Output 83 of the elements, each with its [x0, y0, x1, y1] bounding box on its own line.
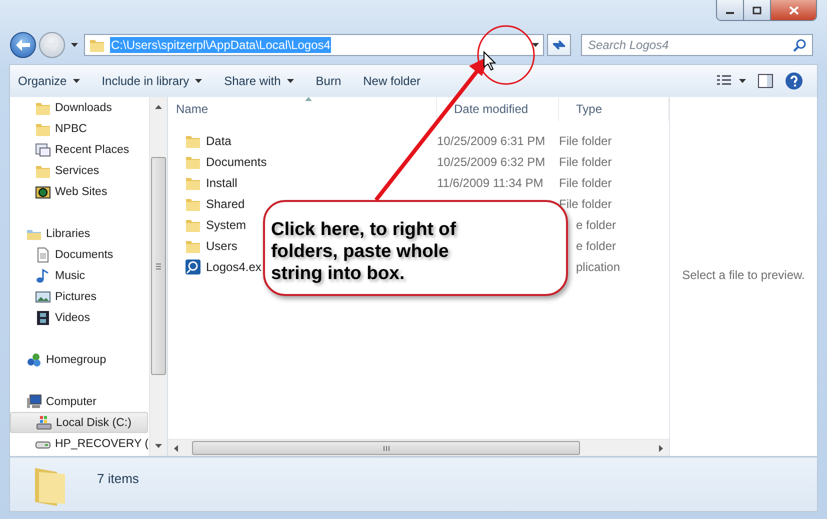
search-icon: [793, 39, 806, 52]
file-name[interactable]: System: [185, 216, 246, 232]
scroll-up-icon[interactable]: [155, 105, 162, 109]
close-button[interactable]: [771, 0, 816, 20]
toolbar-button[interactable]: Include in library: [94, 69, 210, 93]
recent-places-icon: [35, 142, 51, 158]
minimize-button[interactable]: [717, 0, 744, 20]
caret-icon[interactable]: [195, 79, 202, 83]
caret-icon[interactable]: [286, 79, 294, 83]
toolbar-button[interactable]: Share with: [216, 69, 302, 93]
scroll-thumb[interactable]: [151, 157, 166, 375]
date-modified: 10/25/2009 6:32 PM: [437, 154, 546, 168]
file-type: e folder: [575, 238, 618, 252]
sidebar-item[interactable]: Pictures: [10, 286, 148, 307]
grip-icon: [156, 262, 161, 270]
caret-icon[interactable]: [739, 79, 746, 83]
sidebar-item[interactable]: Downloads: [10, 97, 148, 118]
file-name[interactable]: Data: [185, 132, 232, 148]
sidebar-item[interactable]: Homegroup: [10, 349, 148, 370]
file-name[interactable]: Users: [185, 238, 238, 254]
folder-icon: [89, 37, 105, 53]
film-icon: [35, 310, 51, 326]
file-type: File folder: [559, 134, 613, 148]
sidebar-item[interactable]: NPBC: [10, 118, 148, 139]
document-icon: [35, 246, 51, 262]
file-type: File folder: [559, 154, 613, 168]
item-count: 7 items: [97, 471, 139, 486]
maximize-icon: [752, 6, 762, 14]
file-name[interactable]: Logos4.ex: [185, 258, 262, 274]
music-note-icon: [35, 268, 51, 284]
history-caret-icon[interactable]: [71, 43, 78, 47]
toolbar-button[interactable]: Burn: [308, 69, 350, 93]
picture-icon: [35, 288, 51, 304]
column-header[interactable]: Type: [559, 97, 669, 121]
list-view-icon: [717, 75, 731, 87]
scroll-thumb[interactable]: [192, 441, 580, 455]
scroll-right-icon[interactable]: [659, 444, 663, 452]
minimize-icon: [726, 12, 734, 14]
caret-icon[interactable]: [72, 79, 80, 83]
sidebar-item[interactable]: Videos: [10, 307, 148, 328]
toolbar-button[interactable]: New folder: [355, 69, 428, 93]
sidebar-item[interactable]: Music: [10, 265, 148, 286]
sidebar-item[interactable]: Libraries: [10, 223, 148, 244]
sidebar-item[interactable]: Web Sites: [10, 181, 148, 202]
dropdown-caret-icon[interactable]: [532, 43, 539, 47]
column-header[interactable]: Date modified: [437, 97, 559, 121]
sidebar-item[interactable]: Computer: [10, 391, 148, 412]
maximize-button[interactable]: [744, 0, 771, 20]
pane-icon: [758, 74, 773, 88]
toolbar-button[interactable]: Organize: [10, 69, 88, 93]
close-icon: [788, 6, 798, 14]
file-type: plication: [575, 260, 622, 274]
refresh-button[interactable]: [547, 34, 571, 56]
file-name[interactable]: Documents: [185, 154, 267, 170]
date-modified: 11/6/2009 11:34 PM: [437, 176, 544, 190]
homegroup-icon: [26, 352, 42, 368]
file-type: File folder: [559, 176, 613, 190]
help-icon: [785, 72, 803, 90]
scroll-left-icon[interactable]: [174, 444, 178, 452]
file-type: File folder: [559, 196, 613, 210]
file-name[interactable]: Install: [185, 174, 238, 190]
back-button[interactable]: [10, 32, 36, 58]
file-name[interactable]: Shared: [185, 196, 245, 212]
preview-message: Select a file to preview.: [682, 268, 805, 282]
globe-folder-icon: [35, 184, 51, 200]
sidebar-item[interactable]: Local Disk (C:): [10, 412, 148, 433]
highlight-circle: [477, 25, 535, 85]
scroll-down-icon[interactable]: [155, 444, 162, 448]
arrow-left-icon: [16, 39, 30, 51]
date-modified: 10/25/2009 6:31 PM: [437, 134, 546, 148]
file-type: e folder: [575, 218, 618, 232]
sidebar-item[interactable]: Documents: [10, 244, 148, 265]
grip-icon: [382, 446, 390, 450]
refresh-arrows-icon: [552, 39, 566, 51]
sidebar-item[interactable]: Recent Places: [10, 139, 148, 160]
callout-text: Click here, to right of folders, paste whole string into box.: [271, 218, 458, 284]
app-icon: [185, 258, 201, 274]
drive-icon: [36, 414, 52, 430]
cursor-icon: [484, 50, 496, 71]
computer-icon: [26, 394, 42, 410]
search-field[interactable]: Search Logos4: [581, 34, 813, 56]
arrow-right-icon: [45, 39, 59, 51]
sidebar-item[interactable]: Services: [10, 160, 148, 181]
